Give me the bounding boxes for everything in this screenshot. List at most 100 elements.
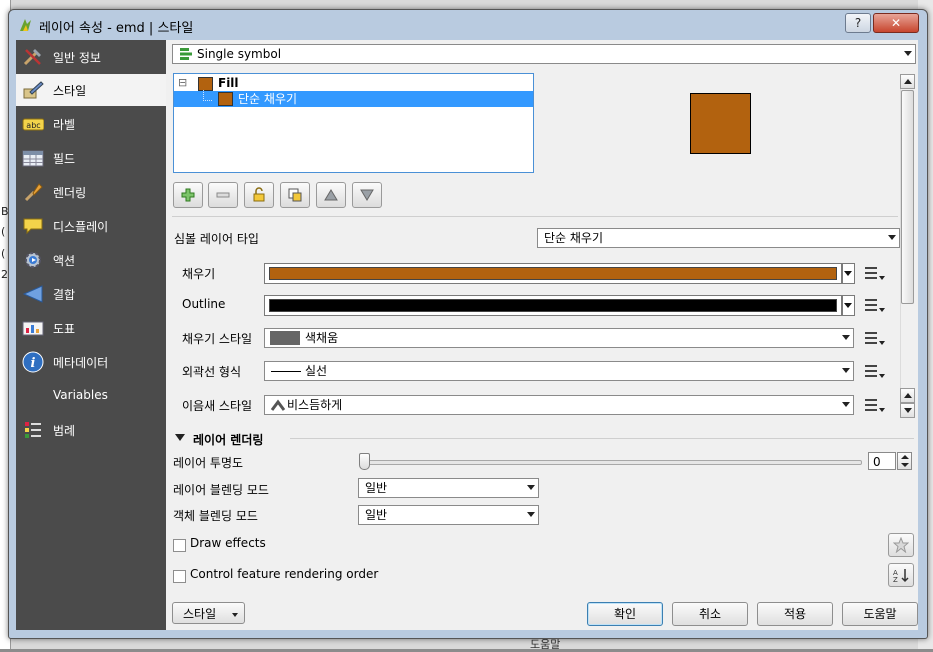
outline-color-button[interactable] bbox=[264, 295, 842, 316]
fill-color-label: 채우기 bbox=[182, 267, 216, 281]
sidebar: 일반 정보 스타일 abc 라벨 필드 렌더링 디스플레이 액션 결합 도표 i… bbox=[16, 40, 166, 630]
transparency-slider-track[interactable] bbox=[359, 460, 862, 465]
chevron-down-icon bbox=[842, 368, 850, 373]
move-up-button[interactable] bbox=[316, 182, 346, 208]
control-rendering-order-checkbox[interactable] bbox=[173, 570, 186, 583]
feature-blend-dropdown[interactable]: 일반 bbox=[358, 505, 539, 525]
help-button[interactable]: 도움말 bbox=[842, 602, 918, 626]
sidebar-item-fields[interactable]: 필드 bbox=[16, 142, 166, 174]
join-style-dropdown[interactable]: 비스듬하게 bbox=[264, 395, 854, 415]
title-bar[interactable]: 레이어 속성 - emd | 스타일 ? ✕ bbox=[9, 10, 927, 40]
title-help-button[interactable]: ? bbox=[845, 13, 871, 33]
chevron-down-icon bbox=[842, 335, 850, 340]
scroll-thumb[interactable] bbox=[901, 90, 914, 304]
paintbrush-icon bbox=[23, 81, 44, 99]
style-menu-button[interactable]: 스타일 bbox=[172, 602, 245, 624]
scroll-up-button[interactable] bbox=[900, 74, 915, 89]
window-title: 레이어 속성 - emd | 스타일 bbox=[39, 21, 194, 36]
symbol-layer-tree[interactable]: ⊟ Fill 단순 채우기 bbox=[173, 73, 534, 173]
chevron-down-icon bbox=[904, 408, 912, 413]
sidebar-item-label: 라벨 bbox=[53, 118, 76, 132]
remove-layer-button[interactable] bbox=[208, 182, 238, 208]
chevron-up-icon bbox=[901, 455, 909, 459]
sidebar-item-rendering[interactable]: 렌더링 bbox=[16, 176, 166, 208]
section-collapse-icon[interactable] bbox=[175, 434, 185, 441]
move-down-button[interactable] bbox=[352, 182, 382, 208]
chevron-down-icon bbox=[844, 271, 852, 276]
data-defined-override-icon[interactable] bbox=[862, 362, 886, 380]
transparency-slider-handle[interactable] bbox=[359, 453, 370, 470]
fill-style-value: 색채움 bbox=[305, 331, 339, 345]
sidebar-item-variables[interactable]: Variables bbox=[16, 380, 166, 412]
sidebar-item-actions[interactable]: 액션 bbox=[16, 244, 166, 276]
background-char: ( bbox=[1, 247, 6, 260]
sidebar-item-legend[interactable]: 범례 bbox=[16, 414, 166, 446]
draw-effects-checkbox[interactable] bbox=[173, 539, 186, 552]
join-style-value: 비스듬하게 bbox=[287, 398, 343, 412]
sidebar-item-label: 일반 정보 bbox=[53, 51, 101, 65]
scroll-down-button[interactable] bbox=[900, 403, 915, 418]
tree-row-simple-fill[interactable]: 단순 채우기 bbox=[174, 90, 533, 107]
sidebar-item-label: 범례 bbox=[53, 424, 76, 438]
border-style-dropdown[interactable]: 실선 bbox=[264, 361, 854, 381]
bevel-join-icon bbox=[270, 399, 286, 411]
sidebar-item-metadata[interactable]: i 메타데이터 bbox=[16, 346, 166, 378]
chevron-down-icon bbox=[888, 235, 896, 240]
border-style-value: 실선 bbox=[305, 364, 328, 378]
chevron-up-icon bbox=[904, 79, 912, 84]
arrow-down-icon bbox=[360, 189, 374, 201]
unlock-icon bbox=[253, 187, 265, 202]
transparency-spinbox[interactable]: 0 bbox=[868, 452, 896, 470]
title-close-button[interactable]: ✕ bbox=[873, 13, 919, 33]
sidebar-item-label: 필드 bbox=[53, 152, 76, 166]
sidebar-item-diagrams[interactable]: 도표 bbox=[16, 312, 166, 344]
cancel-button[interactable]: 취소 bbox=[672, 602, 748, 626]
minus-icon bbox=[216, 192, 230, 198]
scroll-up-button[interactable] bbox=[900, 388, 915, 403]
duplicate-icon bbox=[288, 188, 302, 202]
fill-style-dropdown[interactable]: 색채움 bbox=[264, 328, 854, 348]
collapse-icon[interactable]: ⊟ bbox=[178, 75, 187, 91]
renderer-type-value: Single symbol bbox=[197, 47, 282, 61]
tree-row-fill[interactable]: ⊟ Fill bbox=[174, 75, 533, 91]
abc-label-icon: abc bbox=[22, 118, 44, 131]
join-icon bbox=[22, 285, 43, 303]
simple-fill-swatch bbox=[218, 92, 233, 106]
ok-button[interactable]: 확인 bbox=[587, 602, 663, 626]
fill-color-button[interactable] bbox=[264, 263, 842, 284]
sidebar-item-label: 메타데이터 bbox=[53, 356, 109, 370]
data-defined-override-icon[interactable] bbox=[862, 264, 886, 282]
chevron-down-icon bbox=[527, 485, 535, 490]
add-layer-button[interactable] bbox=[173, 182, 203, 208]
rendering-order-settings-button[interactable]: A Z bbox=[888, 563, 914, 587]
apply-button[interactable]: 적용 bbox=[757, 602, 833, 626]
style-menu-label: 스타일 bbox=[183, 607, 217, 621]
fill-color-menu-button[interactable] bbox=[842, 263, 855, 284]
data-defined-override-icon[interactable] bbox=[862, 329, 886, 347]
sidebar-item-label: 렌더링 bbox=[53, 186, 87, 200]
transparency-spin-buttons[interactable] bbox=[897, 452, 912, 470]
layer-rendering-header[interactable]: 레이어 렌더링 bbox=[193, 431, 263, 448]
sidebar-item-general[interactable]: 일반 정보 bbox=[16, 41, 166, 73]
data-defined-override-icon[interactable] bbox=[862, 296, 886, 314]
symbol-layer-type-dropdown[interactable]: 단순 채우기 bbox=[537, 228, 900, 248]
duplicate-layer-button[interactable] bbox=[280, 182, 310, 208]
symbol-layer-type-label: 심볼 레이어 타입 bbox=[174, 232, 259, 246]
sidebar-item-style[interactable]: 스타일 bbox=[16, 74, 166, 106]
renderer-type-dropdown[interactable]: Single symbol bbox=[172, 44, 916, 64]
sidebar-item-display[interactable]: 디스플레이 bbox=[16, 210, 166, 242]
layer-blend-value: 일반 bbox=[365, 481, 388, 495]
layer-blend-dropdown[interactable]: 일반 bbox=[358, 478, 539, 498]
data-defined-override-icon[interactable] bbox=[862, 396, 886, 414]
symbol-layer-type-value: 단순 채우기 bbox=[544, 231, 604, 245]
sidebar-item-joins[interactable]: 결합 bbox=[16, 278, 166, 310]
tree-root-label: Fill bbox=[218, 76, 239, 90]
divider bbox=[172, 216, 898, 217]
lock-layer-button[interactable] bbox=[244, 182, 274, 208]
plus-icon bbox=[181, 188, 195, 202]
sidebar-item-labels[interactable]: abc 라벨 bbox=[16, 108, 166, 140]
outline-color-menu-button[interactable] bbox=[842, 295, 855, 316]
transparency-label: 레이어 투명도 bbox=[173, 456, 244, 470]
qgis-logo-icon bbox=[20, 19, 31, 31]
effects-settings-button[interactable] bbox=[888, 533, 914, 557]
